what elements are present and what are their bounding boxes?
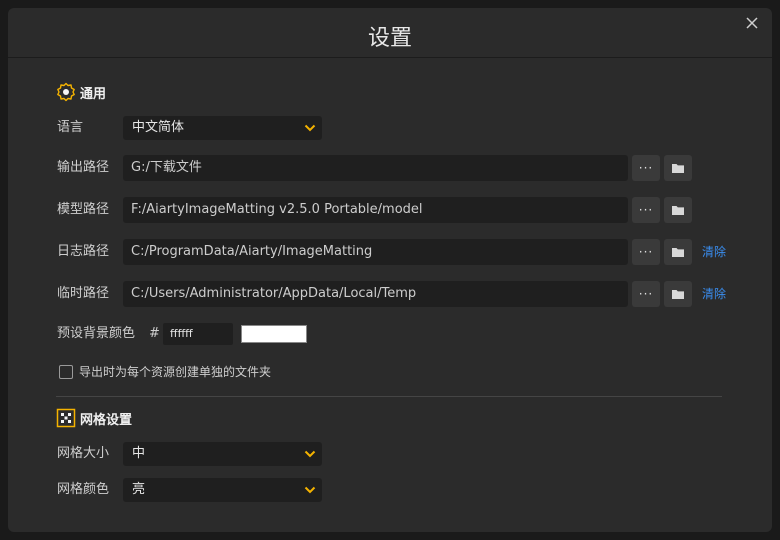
- model-browse-button[interactable]: ···: [632, 197, 660, 223]
- output-path-label: 输出路径: [57, 160, 110, 175]
- output-open-folder-button[interactable]: [664, 155, 692, 181]
- language-label: 语言: [57, 120, 84, 135]
- grid-size-value: 中: [132, 446, 146, 461]
- grid-size-label: 网格大小: [57, 446, 110, 461]
- model-path-label: 模型路径: [57, 202, 110, 217]
- log-path-label: 日志路径: [57, 244, 110, 259]
- folder-icon: [672, 290, 684, 299]
- log-browse-button[interactable]: ···: [632, 239, 660, 265]
- bg-color-label: 预设背景颜色: [57, 326, 136, 341]
- language-select[interactable]: 中文简体: [123, 116, 322, 140]
- language-value: 中文简体: [132, 120, 185, 135]
- temp-path-field[interactable]: C:/Users/Administrator/AppData/Local/Tem…: [123, 281, 628, 307]
- dialog-title: 设置: [367, 26, 412, 51]
- model-open-folder-button[interactable]: [664, 197, 692, 223]
- hex-hash: #: [149, 326, 160, 341]
- grid-color-label: 网格颜色: [57, 482, 110, 497]
- section-divider: [56, 396, 722, 397]
- temp-clear-link[interactable]: 清除: [702, 281, 726, 307]
- title-divider: [8, 57, 772, 58]
- grid-color-value: 亮: [132, 482, 146, 497]
- log-open-folder-button[interactable]: [664, 239, 692, 265]
- temp-browse-button[interactable]: ···: [632, 281, 660, 307]
- chevron-down-icon: [304, 124, 316, 132]
- grid-size-select[interactable]: 中: [123, 442, 322, 466]
- chevron-down-icon: [304, 486, 316, 494]
- separate-folder-checkbox[interactable]: [59, 365, 73, 379]
- settings-dialog: 设置 通用 语言 中文简体 输出路径 G:/下载文件 ··· 模型路径 F:/A…: [8, 8, 772, 532]
- log-path-field[interactable]: C:/ProgramData/Aiarty/ImageMatting: [123, 239, 628, 265]
- grid-icon: [56, 408, 76, 428]
- chevron-down-icon: [304, 450, 316, 458]
- folder-icon: [672, 248, 684, 257]
- model-path-field[interactable]: F:/AiartyImageMatting v2.5.0 Portable/mo…: [123, 197, 628, 223]
- bg-color-swatch[interactable]: [241, 325, 307, 343]
- grid-section-header: 网格设置: [56, 407, 132, 429]
- gear-icon: [57, 82, 75, 102]
- grid-color-select[interactable]: 亮: [123, 478, 322, 502]
- log-clear-link[interactable]: 清除: [702, 239, 726, 265]
- folder-icon: [672, 206, 684, 215]
- temp-open-folder-button[interactable]: [664, 281, 692, 307]
- temp-path-label: 临时路径: [57, 286, 110, 301]
- output-browse-button[interactable]: ···: [632, 155, 660, 181]
- grid-heading: 网格设置: [80, 412, 133, 428]
- folder-icon: [672, 164, 684, 173]
- separate-folder-label: 导出时为每个资源创建单独的文件夹: [79, 365, 272, 379]
- bg-color-hex-input[interactable]: ffffff: [163, 323, 233, 345]
- close-icon[interactable]: [742, 13, 762, 33]
- output-path-field[interactable]: G:/下载文件: [123, 155, 628, 181]
- general-section-header: 通用: [56, 81, 106, 103]
- general-heading: 通用: [80, 86, 107, 102]
